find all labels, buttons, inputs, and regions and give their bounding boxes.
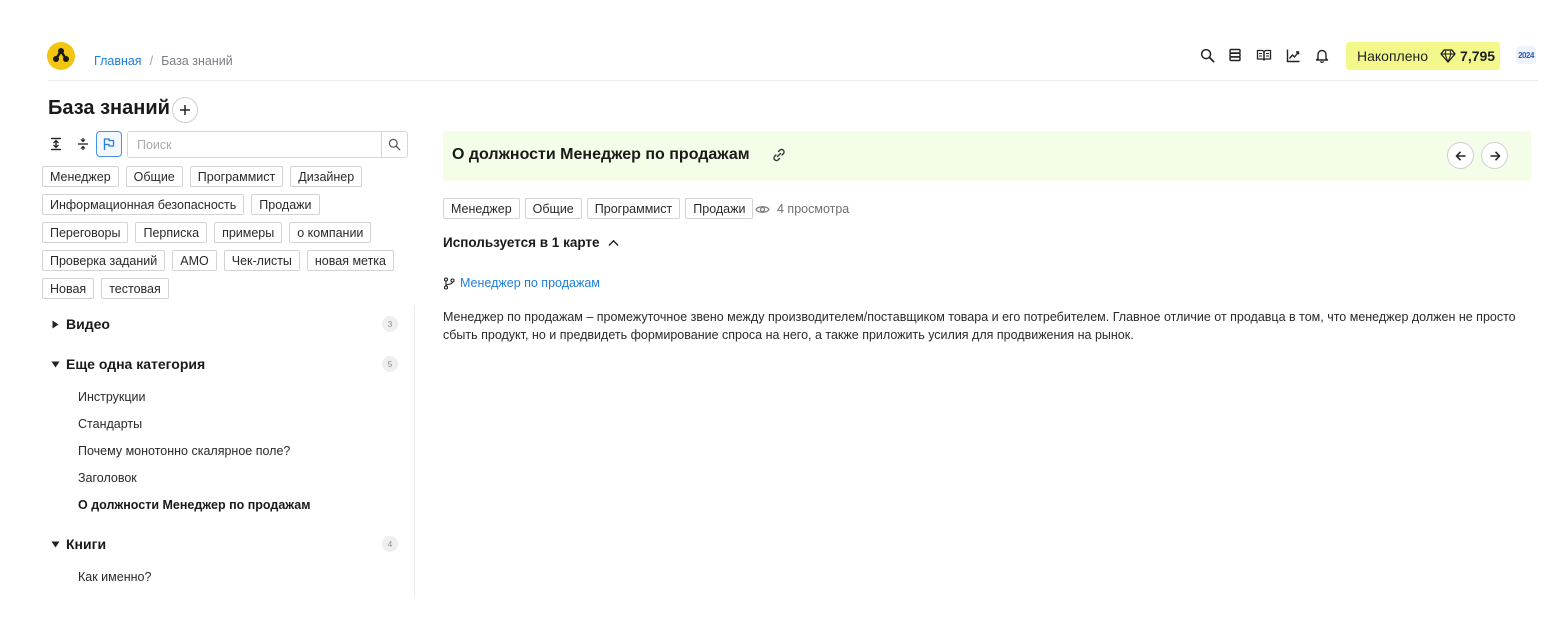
- article-tag[interactable]: Программист: [586, 198, 681, 219]
- database-icon[interactable]: [1226, 46, 1244, 64]
- caret-down-icon: [50, 359, 60, 369]
- caret-down-icon: [50, 539, 60, 549]
- tag-filter[interactable]: Новая: [42, 278, 95, 299]
- search-submit-button[interactable]: [381, 132, 407, 157]
- plus-icon: [180, 105, 190, 115]
- article-tag[interactable]: Менеджер: [443, 198, 520, 219]
- tag-filter[interactable]: новая метка: [306, 250, 395, 271]
- breadcrumb-home-link[interactable]: Главная: [94, 54, 142, 68]
- view-counter: 4 просмотра: [755, 202, 849, 216]
- tree-item[interactable]: Почему монотонно скалярное поле?: [78, 444, 290, 458]
- article-title: О должности Менеджер по продажам: [452, 146, 750, 163]
- diamond-icon: [1440, 49, 1456, 63]
- eye-icon: [755, 205, 770, 213]
- arrow-right-icon: [1490, 150, 1501, 161]
- breadcrumb: Главная / База знаний: [94, 54, 233, 68]
- category-label: Видео: [66, 316, 110, 332]
- category-label: Книги: [66, 536, 107, 552]
- tag-filter[interactable]: Программист: [189, 166, 284, 187]
- bell-icon[interactable]: [1313, 46, 1331, 64]
- tag-filter[interactable]: примеры: [214, 222, 283, 243]
- tree-item[interactable]: О должности Менеджер по продажам: [78, 498, 310, 512]
- chevron-up-icon: [608, 239, 619, 246]
- balance-badge[interactable]: Накоплено 7,795: [1346, 42, 1500, 70]
- flag-icon: [103, 138, 115, 150]
- copy-link-icon[interactable]: [771, 147, 787, 163]
- tag-filter[interactable]: Информационная безопасность: [42, 194, 245, 215]
- tag-filter[interactable]: Проверка заданий: [42, 250, 166, 271]
- article-header: О должности Менеджер по продажам: [443, 131, 1531, 181]
- expand-icon: [51, 137, 61, 151]
- category-count-badge: 3: [382, 316, 398, 332]
- search-field: [127, 131, 408, 158]
- tag-filter[interactable]: о компании: [289, 222, 372, 243]
- collapse-all-button[interactable]: [71, 132, 95, 156]
- expand-all-button[interactable]: [44, 132, 68, 156]
- add-article-button[interactable]: [172, 97, 198, 123]
- article-tag[interactable]: Продажи: [685, 198, 754, 219]
- category-row[interactable]: Видео: [50, 316, 110, 332]
- next-article-button[interactable]: [1481, 142, 1508, 169]
- collapse-icon: [78, 138, 88, 150]
- logo-icon: [53, 48, 69, 62]
- category-row[interactable]: Еще одна категория: [50, 356, 205, 372]
- tag-filter-list: Менеджер Общие Программист Дизайнер Информац…: [42, 166, 412, 299]
- search-input[interactable]: [128, 132, 381, 157]
- view-count: 4 просмотра: [777, 202, 850, 216]
- app-logo[interactable]: [47, 42, 75, 70]
- map-link[interactable]: Менеджер по продажам: [443, 276, 600, 290]
- top-header: Главная / База знаний Накоплено 7,795 20…: [0, 0, 1560, 82]
- event-badge[interactable]: 2024: [1516, 46, 1536, 64]
- search-icon[interactable]: [1198, 46, 1216, 64]
- header-divider: [48, 80, 1538, 81]
- previous-article-button[interactable]: [1447, 142, 1474, 169]
- balance-amount: 7,795: [1440, 48, 1495, 64]
- filter-flag-button[interactable]: [96, 131, 122, 157]
- map-link-label: Менеджер по продажам: [460, 276, 600, 290]
- search-icon: [388, 138, 401, 151]
- panel-divider: [414, 305, 415, 597]
- tag-filter[interactable]: АМО: [172, 250, 217, 271]
- caret-right-icon: [50, 319, 60, 329]
- arrow-left-icon: [1454, 150, 1465, 161]
- balance-label: Накоплено: [1357, 48, 1429, 64]
- category-label: Еще одна категория: [66, 356, 206, 372]
- used-in-toggle[interactable]: Используется в 1 карте: [443, 235, 619, 250]
- book-icon[interactable]: [1255, 46, 1273, 64]
- category-row[interactable]: Книги: [50, 536, 106, 552]
- tag-filter[interactable]: Перписка: [135, 222, 208, 243]
- breadcrumb-current: База знаний: [161, 54, 233, 68]
- category-count-badge: 4: [382, 536, 398, 552]
- tag-filter[interactable]: Переговоры: [42, 222, 129, 243]
- chart-icon[interactable]: [1284, 46, 1302, 64]
- article-tag-list: Менеджер Общие Программист Продажи: [443, 198, 754, 219]
- used-in-label: Используется в 1 карте: [443, 235, 600, 250]
- balance-value: 7,795: [1460, 48, 1496, 64]
- category-count-badge: 5: [382, 356, 398, 372]
- tag-filter[interactable]: Чек-листы: [223, 250, 300, 271]
- branch-icon: [443, 276, 455, 290]
- page-title: База знаний: [48, 97, 170, 119]
- tag-filter[interactable]: Продажи: [251, 194, 320, 215]
- article-body: Менеджер по продажам – промежуточное зве…: [443, 310, 1516, 342]
- tree-item[interactable]: Заголовок: [78, 471, 137, 485]
- tag-filter[interactable]: Общие: [125, 166, 183, 187]
- tree-item[interactable]: Стандарты: [78, 417, 142, 431]
- tag-filter[interactable]: Менеджер: [42, 166, 119, 187]
- breadcrumb-separator: /: [149, 54, 154, 68]
- tag-filter[interactable]: тестовая: [101, 278, 169, 299]
- tag-filter[interactable]: Дизайнер: [290, 166, 363, 187]
- tree-item[interactable]: Инструкции: [78, 390, 146, 404]
- tree-item[interactable]: Как именно?: [78, 570, 151, 584]
- article-tag[interactable]: Общие: [524, 198, 582, 219]
